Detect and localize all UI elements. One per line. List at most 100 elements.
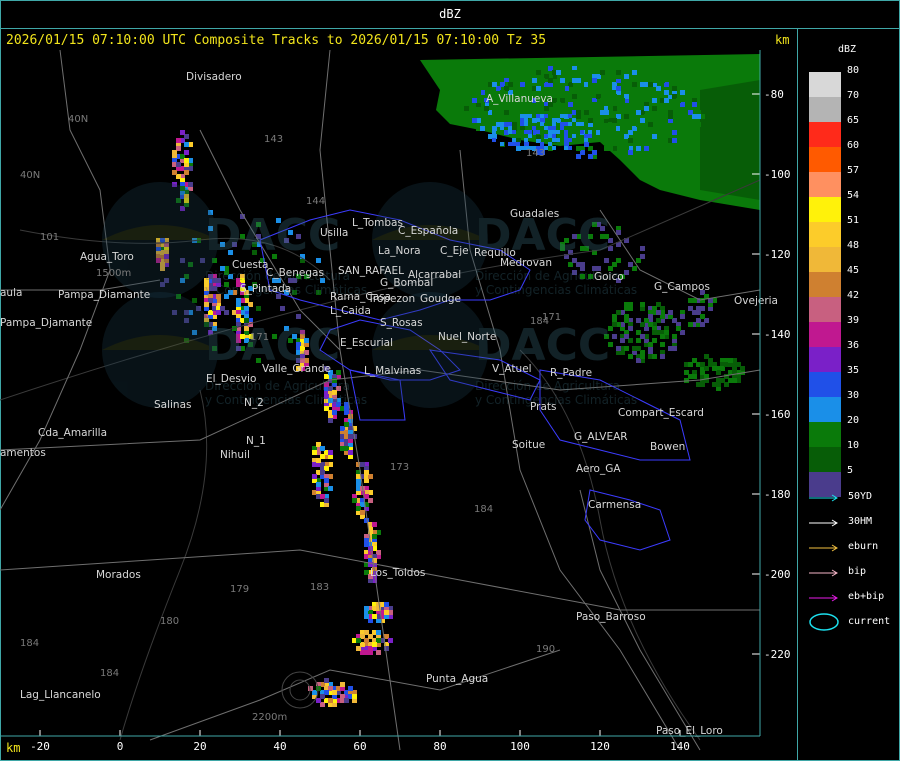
echo-pixel [700, 362, 705, 367]
place-label: amentos [0, 447, 46, 459]
echo-pixel [536, 86, 541, 91]
echo-pixel [552, 146, 556, 150]
dbz-swatch-35 [809, 372, 841, 397]
place-label: G_Campos [654, 281, 710, 293]
echo-pixel [548, 78, 553, 83]
place-label: Aero_GA [576, 463, 621, 475]
echo-pixel [364, 538, 369, 543]
echo-pixel [656, 310, 661, 315]
dbz-label: 54 [847, 190, 860, 201]
echo-pixel [476, 90, 481, 95]
place-label: Compart_Escard [618, 407, 704, 419]
echo-pixel [516, 142, 520, 146]
echo-pixel [672, 334, 677, 339]
logo-caption: y Contingencias Climáticas [475, 283, 637, 297]
echo-pixel [712, 366, 717, 371]
echo-pixel [172, 150, 177, 155]
place-label: Lag_Llancanelo [20, 689, 101, 701]
echo-pixel [352, 498, 357, 503]
echo-pixel [332, 410, 337, 415]
echo-pixel [568, 102, 573, 107]
echo-pixel [384, 602, 389, 607]
echo-pixel [464, 106, 469, 111]
echo-pixel [548, 134, 552, 138]
echo-pixel [364, 614, 369, 619]
road-number: 184 [530, 316, 549, 327]
echo-pixel [672, 86, 677, 91]
echo-pixel [600, 98, 605, 103]
echo-pixel [556, 102, 561, 107]
track-legend-label: 50YD [848, 491, 873, 502]
echo-pixel [676, 98, 681, 103]
echo-pixel [296, 314, 301, 319]
echo-pixel [612, 94, 617, 99]
echo-pixel [316, 482, 321, 487]
echo-pixel [344, 422, 349, 427]
echo-pixel [700, 314, 705, 319]
echo-pixel [384, 610, 389, 615]
echo-pixel [696, 122, 701, 127]
track-legend-label: eburn [848, 541, 879, 552]
echo-pixel [472, 118, 477, 123]
x-tick-label: 60 [353, 740, 366, 753]
road-number: 171 [250, 332, 269, 343]
echo-pixel [660, 342, 665, 347]
echo-pixel [728, 358, 733, 363]
echo-pixel [524, 118, 528, 122]
echo-pixel [568, 122, 572, 126]
echo-pixel [628, 354, 633, 359]
place-label: Pampa_Diamante [58, 289, 150, 301]
echo-pixel [180, 130, 185, 135]
echo-pixel [532, 78, 537, 83]
echo-pixel [544, 126, 548, 130]
echo-pixel [364, 470, 369, 475]
legend-title: dBZ [838, 44, 857, 55]
echo-pixel [556, 70, 561, 75]
road-number: 143 [264, 134, 283, 145]
y-tick-label: -120 [764, 248, 791, 261]
x-tick-label: 20 [193, 740, 206, 753]
echo-pixel [692, 102, 697, 107]
track-arrow-icon [809, 494, 838, 502]
echo-pixel [640, 118, 645, 123]
echo-pixel [572, 134, 576, 138]
place-label: Valle_Grande [262, 363, 331, 375]
place-label: Paso_Barroso [576, 611, 646, 623]
track-legend-label: eb+bip [848, 591, 885, 602]
dbz-label: 57 [847, 165, 860, 176]
place-label: Guadales [510, 208, 559, 220]
y-tick-label: -220 [764, 648, 791, 661]
place-label: Morados [96, 569, 141, 581]
road-number: 179 [230, 584, 249, 595]
echo-pixel [628, 262, 633, 267]
product-title: dBZ [439, 7, 461, 21]
echo-pixel [624, 314, 629, 319]
echo-pixel [372, 522, 377, 527]
echo-pixel [636, 146, 641, 151]
place-label: L_Malvinas [364, 365, 421, 377]
echo-pixel [376, 630, 381, 635]
echo-pixel [308, 686, 313, 691]
echo-pixel [584, 134, 588, 138]
echo-pixel [512, 142, 516, 146]
echo-pixel [668, 346, 673, 351]
place-label: SAN_RAFAEL [338, 265, 404, 277]
echo-pixel [652, 134, 657, 139]
echo-pixel [688, 374, 693, 379]
dbz-label: 80 [847, 65, 860, 76]
echo-pixel [520, 118, 524, 122]
x-tick-label: -20 [30, 740, 50, 753]
echo-pixel [624, 114, 629, 119]
place-label: Agua_Toro [80, 251, 134, 263]
place-label: Cuesta [232, 259, 268, 271]
echo-pixel [244, 306, 249, 311]
echo-pixel [560, 122, 564, 126]
echo-pixel [496, 122, 500, 126]
echo-pixel [584, 138, 588, 142]
echo-pixel [648, 82, 653, 87]
echo-pixel [388, 638, 393, 643]
dbz-swatch-45 [809, 272, 841, 297]
place-label: Rama_Casa [330, 291, 391, 303]
dbz-swatch-80 [809, 72, 841, 97]
echo-pixel [348, 686, 353, 691]
